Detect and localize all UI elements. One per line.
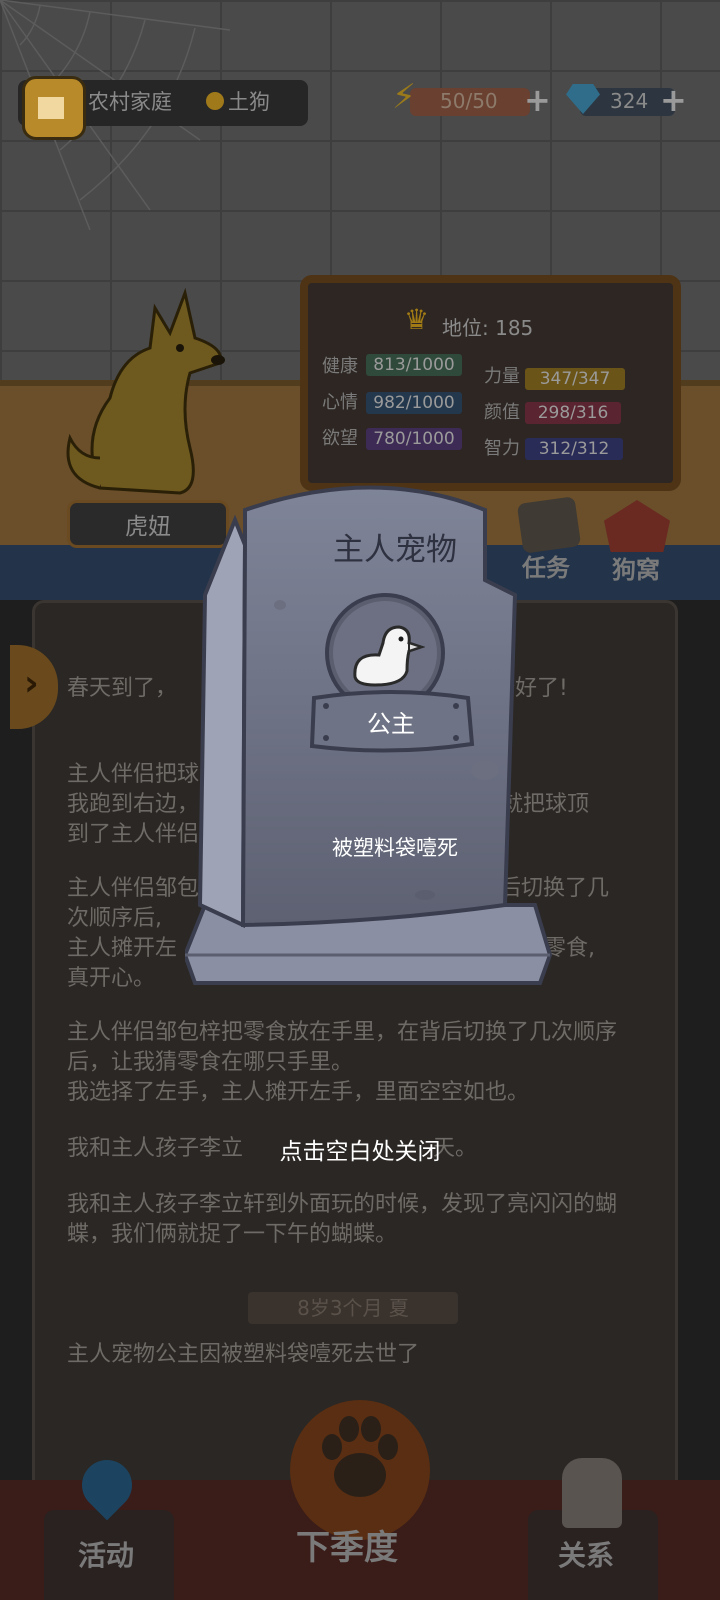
duck-icon xyxy=(353,625,425,687)
tombstone-title: 主人宠物 xyxy=(333,532,457,568)
death-cause: 被塑料袋噎死 xyxy=(332,836,458,860)
modal-overlay[interactable]: 主人宠物 公主 被塑料袋噎死 点击空白处关闭 xyxy=(0,0,720,1600)
pet-name: 公主 xyxy=(367,710,415,738)
close-hint: 点击空白处关闭 xyxy=(279,1139,441,1165)
